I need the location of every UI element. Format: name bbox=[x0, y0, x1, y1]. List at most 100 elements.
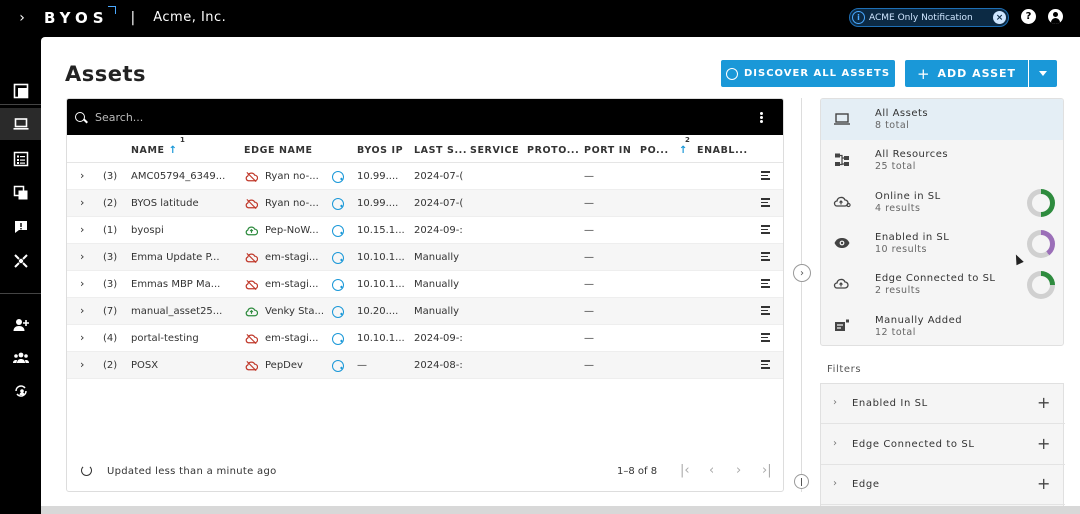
col-sort-2[interactable]: 2 ↑ bbox=[675, 136, 690, 156]
col-protocol[interactable]: PROTO... bbox=[527, 145, 579, 156]
row-menu-icon[interactable] bbox=[761, 225, 773, 234]
edge-name[interactable]: em-stagi... bbox=[265, 252, 327, 263]
expand-row-icon[interactable]: › bbox=[80, 169, 84, 182]
asset-name[interactable]: POSX bbox=[131, 360, 235, 371]
expand-row-icon[interactable]: › bbox=[80, 358, 84, 371]
expand-row-icon[interactable]: › bbox=[80, 196, 84, 209]
summary-item[interactable]: Edge Connected to SL 2 results bbox=[821, 264, 1063, 305]
add-filter-icon[interactable]: + bbox=[1037, 474, 1051, 493]
col-byos-ip[interactable]: BYOS IP bbox=[357, 145, 403, 156]
asset-name[interactable]: byospi bbox=[131, 225, 235, 236]
asset-name[interactable]: AMC05794_6349... bbox=[131, 171, 235, 182]
byos-discover-icon[interactable] bbox=[332, 171, 344, 183]
collapse-panel-icon[interactable]: › bbox=[793, 264, 811, 282]
refresh-icon[interactable] bbox=[81, 465, 92, 476]
table-row[interactable]: › (3) Emmas MBP Ma... em-stagi... 10.10.1...… bbox=[67, 271, 783, 298]
help-icon[interactable]: ? bbox=[1021, 9, 1036, 24]
last-page-icon[interactable]: ›| bbox=[762, 463, 772, 478]
summary-item[interactable]: Manually Added 12 total bbox=[821, 306, 1063, 346]
table-row[interactable]: › (4) portal-testing em-stagi... 10.10.1... 2… bbox=[67, 325, 783, 352]
sidebar-item-assets[interactable] bbox=[0, 108, 41, 140]
sort-asc-icon[interactable]: ↑ bbox=[169, 145, 178, 156]
table-row[interactable]: › (2) POSX PepDev — 2024-08-: — bbox=[67, 352, 783, 379]
table-row[interactable]: › (2) BYOS latitude Ryan no-... 10.99.... 202… bbox=[67, 190, 783, 217]
sidebar-item-add-user[interactable] bbox=[0, 309, 41, 341]
split-view-icon[interactable] bbox=[794, 474, 809, 489]
expand-row-icon[interactable]: › bbox=[80, 223, 84, 236]
row-menu-icon[interactable] bbox=[761, 333, 773, 342]
byos-discover-icon[interactable] bbox=[332, 333, 344, 345]
byos-discover-icon[interactable] bbox=[332, 306, 344, 318]
discover-all-assets-button[interactable]: DISCOVER ALL ASSETS bbox=[721, 60, 895, 87]
table-row[interactable]: › (7) manual_asset25... Venky Sta... 10.20..… bbox=[67, 298, 783, 325]
expand-row-icon[interactable]: › bbox=[80, 250, 84, 263]
asset-name[interactable]: Emmas MBP Ma... bbox=[131, 279, 235, 290]
col-port-in[interactable]: PORT IN bbox=[584, 145, 631, 156]
row-menu-icon[interactable] bbox=[761, 252, 773, 261]
asset-name[interactable]: BYOS latitude bbox=[131, 198, 235, 209]
col-enabled[interactable]: ENABL... bbox=[697, 145, 748, 156]
table-menu-icon[interactable] bbox=[760, 112, 763, 123]
edge-name[interactable]: Ryan no-... bbox=[265, 198, 327, 209]
asset-name[interactable]: Emma Update P... bbox=[131, 252, 235, 263]
edge-name[interactable]: Pep-NoW... bbox=[265, 225, 327, 236]
filter-item[interactable]: › Edge Connected to SL + bbox=[821, 425, 1065, 465]
expand-sidebar-icon[interactable]: › bbox=[0, 10, 44, 26]
chevron-right-icon[interactable]: › bbox=[833, 438, 838, 449]
byos-discover-icon[interactable] bbox=[332, 252, 344, 264]
first-page-icon[interactable]: |‹ bbox=[680, 463, 690, 478]
sidebar-item-copies[interactable] bbox=[0, 177, 41, 209]
summary-item[interactable]: All Assets 8 total bbox=[821, 99, 1063, 140]
notification-chip[interactable]: i ACME Only Notification × bbox=[849, 8, 1009, 27]
summary-item[interactable]: Online in SL 4 results bbox=[821, 182, 1063, 223]
sidebar-item-alerts[interactable] bbox=[0, 211, 41, 243]
byos-discover-icon[interactable] bbox=[332, 360, 344, 372]
expand-row-icon[interactable]: › bbox=[80, 304, 84, 317]
close-icon[interactable]: × bbox=[993, 11, 1006, 24]
row-menu-icon[interactable] bbox=[761, 279, 773, 288]
col-last-seen[interactable]: LAST S... bbox=[414, 145, 467, 156]
edge-name[interactable]: em-stagi... bbox=[265, 333, 327, 344]
expand-row-icon[interactable]: › bbox=[80, 331, 84, 344]
col-port[interactable]: PO... bbox=[640, 145, 669, 156]
filter-item[interactable]: › Edge + bbox=[821, 465, 1065, 505]
sidebar-item-groups[interactable] bbox=[0, 342, 41, 374]
sidebar-item-dashboard[interactable] bbox=[0, 75, 41, 107]
col-service[interactable]: SERVICE bbox=[470, 145, 519, 156]
byos-discover-icon[interactable] bbox=[332, 198, 344, 210]
table-row[interactable]: › (1) byospi Pep-NoW... 10.15.1... 2024-09-: — bbox=[67, 217, 783, 244]
sidebar-item-network[interactable] bbox=[0, 245, 41, 277]
summary-item[interactable]: Enabled in SL 10 results bbox=[821, 223, 1063, 264]
sort-asc-icon[interactable]: ↑ bbox=[679, 145, 688, 156]
edge-name[interactable]: Ryan no-... bbox=[265, 171, 327, 182]
col-name[interactable]: 1 NAME ↑ bbox=[131, 136, 185, 156]
row-menu-icon[interactable] bbox=[761, 198, 773, 207]
add-filter-icon[interactable]: + bbox=[1037, 393, 1051, 412]
table-row[interactable]: › (3) AMC05794_6349... Ryan no-... 10.99....… bbox=[67, 163, 783, 190]
chevron-right-icon[interactable]: › bbox=[833, 478, 838, 489]
row-menu-icon[interactable] bbox=[761, 171, 773, 180]
filter-item[interactable]: › Enabled In SL + bbox=[821, 384, 1065, 424]
asset-name[interactable]: portal-testing bbox=[131, 333, 235, 344]
edge-name[interactable]: Venky Sta... bbox=[265, 306, 327, 317]
table-row[interactable]: › (3) Emma Update P... em-stagi... 10.10.1..… bbox=[67, 244, 783, 271]
summary-item[interactable]: All Resources 25 total bbox=[821, 140, 1063, 181]
asset-name[interactable]: manual_asset25... bbox=[131, 306, 235, 317]
add-asset-dropdown-button[interactable] bbox=[1029, 60, 1057, 87]
col-edge-name[interactable]: EDGE NAME bbox=[244, 145, 313, 156]
row-menu-icon[interactable] bbox=[761, 306, 773, 315]
add-filter-icon[interactable]: + bbox=[1037, 434, 1051, 453]
edge-name[interactable]: PepDev bbox=[265, 360, 327, 371]
user-avatar-icon[interactable] bbox=[1048, 9, 1063, 24]
chevron-right-icon[interactable]: › bbox=[833, 397, 838, 408]
sidebar-item-sync-users[interactable] bbox=[0, 375, 41, 407]
prev-page-icon[interactable]: ‹ bbox=[709, 463, 714, 478]
byos-discover-icon[interactable] bbox=[332, 279, 344, 291]
byos-discover-icon[interactable] bbox=[332, 225, 344, 237]
expand-row-icon[interactable]: › bbox=[80, 277, 84, 290]
search-input[interactable] bbox=[95, 110, 695, 124]
brand-logo[interactable]: BYOS bbox=[44, 9, 109, 27]
add-asset-button[interactable]: + ADD ASSET bbox=[905, 60, 1028, 87]
row-menu-icon[interactable] bbox=[761, 360, 773, 369]
sidebar-item-list[interactable] bbox=[0, 143, 41, 175]
